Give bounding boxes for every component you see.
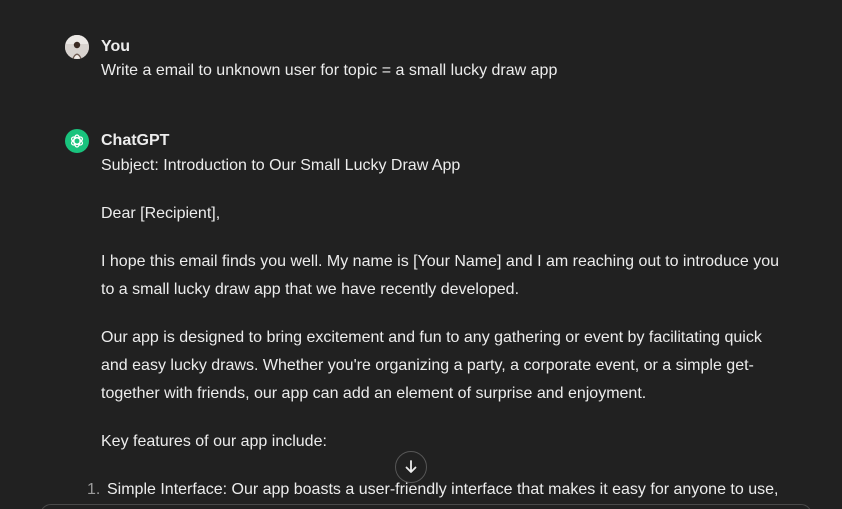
- list-item-number: 1.: [87, 481, 101, 498]
- scroll-to-bottom-button[interactable]: [395, 451, 427, 483]
- arrow-down-icon: [405, 460, 417, 473]
- email-intro-paragraph: I hope this email finds you well. My nam…: [101, 253, 779, 298]
- user-message-text: Write a email to unknown user for topic …: [101, 57, 791, 85]
- features-list: 1. Simple Interface: Our app boasts a us…: [87, 476, 791, 504]
- email-greeting: Dear [Recipient],: [101, 205, 221, 222]
- assistant-message-body: Subject: Introduction to Our Small Lucky…: [87, 152, 791, 504]
- list-item-text: Simple Interface: Our app boasts a user-…: [107, 481, 779, 498]
- email-subject: Subject: Introduction to Our Small Lucky…: [101, 157, 461, 174]
- list-item: 1. Simple Interface: Our app boasts a us…: [87, 476, 791, 504]
- user-avatar: [65, 35, 89, 59]
- assistant-avatar: [65, 129, 89, 153]
- user-photo-icon: [65, 35, 89, 59]
- chat-thread: You Write a email to unknown user for to…: [0, 0, 842, 509]
- user-author-name: You: [101, 38, 131, 55]
- assistant-author-name: ChatGPT: [101, 132, 170, 149]
- email-features-heading: Key features of our app include:: [101, 433, 327, 450]
- openai-logo-icon: [70, 134, 84, 148]
- email-description-paragraph: Our app is designed to bring excitement …: [101, 329, 762, 402]
- message-composer[interactable]: [40, 504, 812, 509]
- user-message-content: Write a email to unknown user for topic …: [101, 62, 558, 79]
